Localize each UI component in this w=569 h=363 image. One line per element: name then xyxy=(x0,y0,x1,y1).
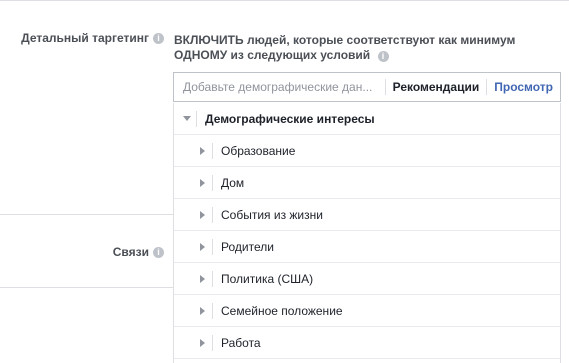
row-divider xyxy=(212,238,213,255)
subcategory-label: События из жизни xyxy=(221,207,323,222)
row-divider xyxy=(212,334,213,351)
section-divider xyxy=(0,214,173,215)
chevron-right-icon[interactable] xyxy=(200,338,205,347)
subcategory-parents[interactable]: Родители xyxy=(174,231,560,263)
subcategory-work[interactable]: Работа xyxy=(174,327,560,359)
subcategory-relationship[interactable]: Семейное положение xyxy=(174,295,560,327)
subcategory-education[interactable]: Образование xyxy=(174,135,560,167)
chevron-right-icon[interactable] xyxy=(200,146,205,155)
chevron-down-icon[interactable] xyxy=(183,116,191,121)
chevron-right-icon[interactable] xyxy=(200,210,205,219)
targeting-headline-text: ВКЛЮЧИТЬ людей, которые соответствуют ка… xyxy=(174,33,516,62)
info-icon[interactable]: i xyxy=(153,32,164,44)
row-divider xyxy=(212,302,213,319)
browse-dropdown: Демографические интересы Образование Дом… xyxy=(173,103,561,363)
targeting-search-box: Рекомендации Просмотр xyxy=(173,72,561,102)
subcategory-label: Родители xyxy=(221,239,274,254)
subcategory-label: Образование xyxy=(221,143,296,158)
subcategory-label: Дом xyxy=(221,175,245,190)
detailed-targeting-label-text: Детальный таргетинг xyxy=(21,31,149,45)
recommendations-button[interactable]: Рекомендации xyxy=(386,80,487,94)
row-divider xyxy=(196,110,197,127)
chevron-right-icon[interactable] xyxy=(200,306,205,315)
subcategory-label: Политика (США) xyxy=(221,271,314,286)
chevron-right-icon[interactable] xyxy=(200,242,205,251)
connections-label: Связи i xyxy=(113,245,164,259)
browse-button[interactable]: Просмотр xyxy=(487,80,560,94)
row-divider xyxy=(212,206,213,223)
targeting-search-input[interactable] xyxy=(174,74,385,100)
targeting-headline: ВКЛЮЧИТЬ людей, которые соответствуют ка… xyxy=(174,33,554,63)
subcategory-home[interactable]: Дом xyxy=(174,167,560,199)
row-divider xyxy=(212,174,213,191)
row-divider xyxy=(212,270,213,287)
detailed-targeting-label: Детальный таргетинг i xyxy=(21,31,164,45)
chevron-right-icon[interactable] xyxy=(200,178,205,187)
subcategory-label: Семейное положение xyxy=(221,303,343,318)
chevron-right-icon[interactable] xyxy=(200,274,205,283)
top-divider xyxy=(0,0,569,1)
info-icon[interactable]: i xyxy=(153,246,164,258)
section-divider xyxy=(0,287,173,288)
subcategory-label: Работа xyxy=(221,335,261,350)
info-icon[interactable]: i xyxy=(377,51,389,62)
row-divider xyxy=(212,142,213,159)
subcategory-life-events[interactable]: События из жизни xyxy=(174,199,560,231)
category-label: Демографические интересы xyxy=(205,111,375,126)
category-demographics[interactable]: Демографические интересы xyxy=(174,103,560,135)
connections-label-text: Связи xyxy=(112,245,149,259)
subcategory-politics[interactable]: Политика (США) xyxy=(174,263,560,295)
